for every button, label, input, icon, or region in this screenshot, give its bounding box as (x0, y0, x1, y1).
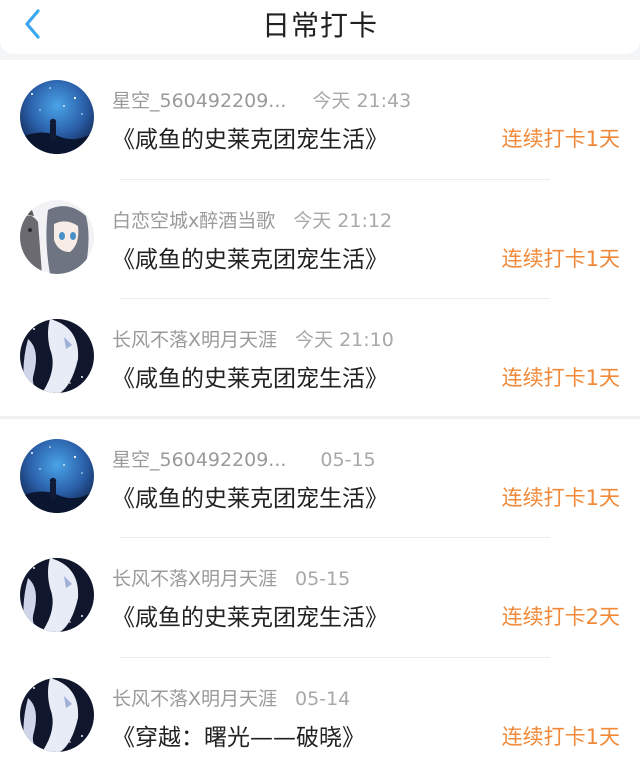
list-item[interactable]: 长风不落X明月天涯 05-15 《咸鱼的史莱克团宠生活》 连续打卡2天 (0, 538, 640, 658)
checkin-meta: 长风不落X明月天涯 05-14 (112, 684, 350, 711)
checkin-meta: 白恋空城x醉酒当歌 今天 21:12 (112, 206, 392, 233)
top-bar: 日常打卡 (0, 0, 640, 54)
starry-sky-avatar-icon (20, 438, 94, 513)
avatar[interactable] (20, 199, 94, 274)
book-title[interactable]: 《咸鱼的史莱克团宠生活》 (112, 240, 388, 274)
checkin-meta: 星空_560492209... 今天 21:43 (112, 86, 411, 113)
avatar[interactable] (20, 677, 94, 752)
white-hair-anime-avatar-icon (20, 558, 94, 633)
checkin-list: 星空_560492209... 今天 21:43 《咸鱼的史莱克团宠生活》 连续打… (0, 60, 640, 778)
checkin-meta: 星空_560492209... 05-15 (112, 445, 376, 472)
streak-badge: 连续打卡1天 (501, 724, 620, 749)
checkin-meta: 长风不落X明月天涯 05-15 (112, 564, 350, 591)
avatar[interactable] (20, 80, 94, 154)
list-item[interactable]: 星空_560492209... 今天 21:43 《咸鱼的史莱克团宠生活》 连续打… (0, 60, 640, 180)
streak-badge: 连续打卡2天 (501, 605, 620, 630)
user-name[interactable]: 长风不落X明月天涯 (112, 325, 277, 352)
book-title[interactable]: 《咸鱼的史莱克团宠生活》 (112, 598, 388, 632)
white-hair-anime-avatar-icon (20, 677, 94, 752)
avatar[interactable] (20, 319, 94, 394)
checkin-time: 今天 21:43 (312, 90, 412, 112)
list-item[interactable]: 星空_560492209... 05-15 《咸鱼的史莱克团宠生活》 连续打卡1天 (0, 418, 640, 539)
book-title[interactable]: 《咸鱼的史莱克团宠生活》 (112, 479, 388, 513)
user-name[interactable]: 长风不落X明月天涯 (112, 684, 277, 711)
checkin-time: 今天 21:12 (293, 209, 393, 232)
checkin-time: 05-15 (295, 568, 351, 591)
list-item[interactable]: 白恋空城x醉酒当歌 今天 21:12 《咸鱼的史莱克团宠生活》 连续打卡1天 (0, 179, 640, 300)
book-title[interactable]: 《咸鱼的史莱克团宠生活》 (112, 359, 388, 393)
avatar[interactable] (20, 558, 94, 633)
streak-badge: 连续打卡1天 (501, 127, 620, 151)
checkin-time: 今天 21:10 (295, 329, 394, 352)
book-title[interactable]: 《穿越：曙光——破晓》 (112, 718, 365, 752)
checkin-time: 05-15 (320, 448, 376, 471)
user-name[interactable]: 星空_560492209... (112, 86, 286, 113)
avatar[interactable] (20, 438, 94, 513)
page-title: 日常打卡 (261, 9, 378, 42)
streak-badge: 连续打卡1天 (501, 246, 620, 271)
streak-badge: 连续打卡1天 (501, 366, 620, 391)
checkin-meta: 长风不落X明月天涯 今天 21:10 (112, 325, 394, 352)
user-name[interactable]: 长风不落X明月天涯 (112, 564, 277, 591)
starry-sky-avatar-icon (20, 80, 94, 154)
user-name[interactable]: 白恋空城x醉酒当歌 (112, 206, 275, 233)
white-hair-anime-avatar-icon (20, 319, 94, 394)
book-title[interactable]: 《咸鱼的史莱克团宠生活》 (112, 120, 388, 154)
list-item[interactable]: 长风不落X明月天涯 今天 21:10 《咸鱼的史莱克团宠生活》 连续打卡1天 (0, 299, 640, 419)
anime-girl-cat-avatar-icon (20, 199, 94, 274)
streak-badge: 连续打卡1天 (501, 485, 620, 510)
checkin-time: 05-14 (295, 687, 351, 710)
user-name[interactable]: 星空_560492209... (112, 445, 286, 472)
list-item[interactable]: 长风不落X明月天涯 05-14 《穿越：曙光——破晓》 连续打卡1天 (0, 657, 640, 778)
